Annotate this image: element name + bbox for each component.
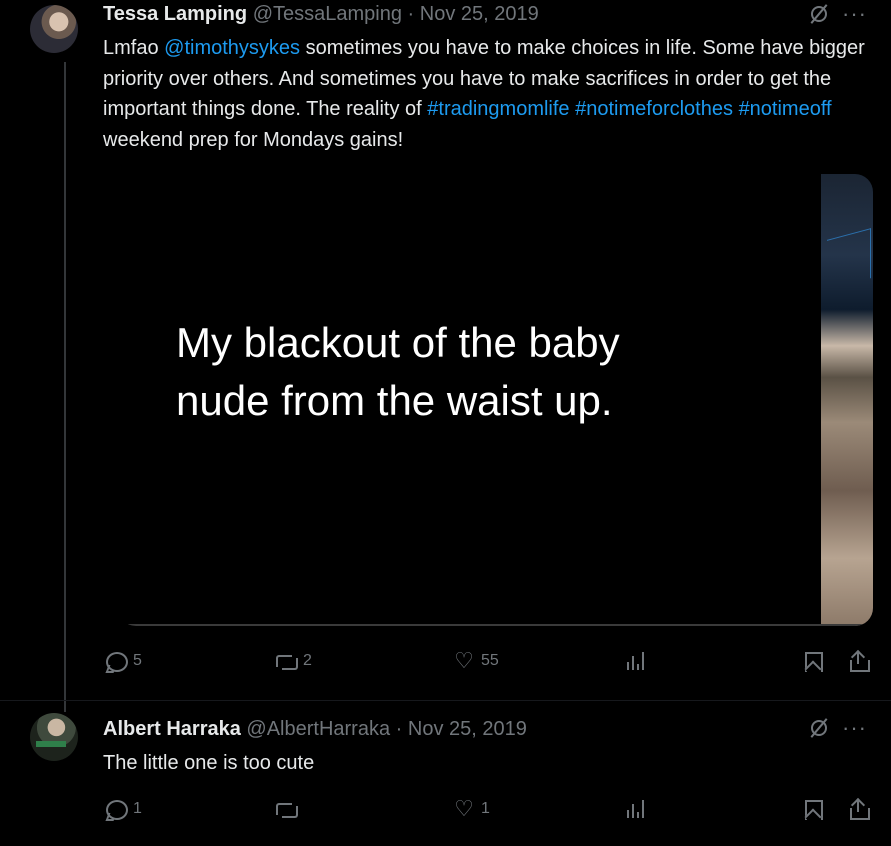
blackout-caption-line: My blackout of the baby: [176, 319, 620, 366]
slash-circle-icon[interactable]: [808, 3, 830, 25]
hashtag-link[interactable]: #tradingmomlife: [427, 98, 569, 120]
like-count: 1: [481, 800, 490, 817]
retweet-button[interactable]: 2: [275, 650, 312, 672]
reply-actions: 1 ♡ 1: [105, 798, 871, 824]
like-count: 55: [481, 652, 499, 669]
author-handle[interactable]: @AlbertHarraka: [246, 718, 390, 740]
more-icon[interactable]: ···: [842, 717, 867, 739]
reply-icon: [105, 650, 128, 672]
views-icon: [627, 650, 649, 670]
views-button[interactable]: [627, 650, 649, 670]
bookmark-button[interactable]: [801, 650, 823, 672]
blackout-caption-line: nude from the waist up.: [176, 377, 613, 424]
reply-button[interactable]: 1: [105, 798, 142, 820]
tweet-text: Lmfao @timothysykes sometimes you have t…: [103, 33, 883, 155]
blackout-caption: My blackout of the baby nude from the wa…: [176, 314, 620, 430]
tweet-text-part: Lmfao: [103, 37, 165, 59]
media-bottom-border: [118, 624, 873, 626]
author-handle[interactable]: @TessaLamping: [253, 3, 402, 25]
share-icon: [847, 797, 870, 820]
tweet-divider: [0, 700, 891, 701]
share-button[interactable]: [847, 649, 870, 672]
author-name[interactable]: Albert Harraka: [103, 718, 241, 740]
tweet-media[interactable]: My blackout of the baby nude from the wa…: [118, 174, 873, 626]
meta-separator: ·: [390, 718, 408, 740]
retweet-count: 2: [303, 652, 312, 669]
tweet-date[interactable]: Nov 25, 2019: [408, 718, 527, 740]
reply-icon: [105, 798, 128, 820]
author-name[interactable]: Tessa Lamping: [103, 3, 247, 25]
avatar-tessa[interactable]: [30, 5, 78, 53]
thread-connector-line: [64, 62, 66, 712]
media-visible-strip: [821, 174, 873, 626]
tweet-text-part: weekend prep for Mondays gains!: [103, 128, 404, 151]
heart-icon: ♡: [454, 796, 474, 821]
heart-icon: ♡: [454, 648, 474, 673]
avatar-albert[interactable]: [30, 713, 78, 761]
bookmark-icon: [801, 798, 823, 820]
reply-button[interactable]: 5: [105, 650, 142, 672]
share-icon: [847, 649, 870, 672]
views-icon: [627, 798, 649, 818]
hashtag-link[interactable]: #notimeforclothes: [575, 98, 733, 120]
retweet-button[interactable]: [275, 798, 303, 820]
tweet-actions: 5 2 ♡ 55: [105, 650, 871, 676]
views-button[interactable]: [627, 798, 649, 818]
slash-circle-icon[interactable]: [808, 717, 830, 739]
reply-count: 1: [133, 800, 142, 817]
bookmark-icon: [801, 650, 823, 672]
reply-header: Albert Harraka @AlbertHarraka · Nov 25, …: [103, 716, 527, 742]
hashtag-link[interactable]: #notimeoff: [739, 98, 832, 120]
reply-count: 5: [133, 652, 142, 669]
media-chart-graphic: [827, 228, 871, 290]
reply-top-icons: ···: [808, 717, 867, 739]
tweet-date[interactable]: Nov 25, 2019: [420, 3, 539, 25]
tweet-top-icons: ···: [808, 3, 867, 25]
retweet-icon: [275, 798, 298, 820]
mention-link[interactable]: @timothysykes: [164, 37, 300, 59]
meta-separator: ·: [401, 3, 420, 25]
tweet-header: Tessa Lamping @TessaLamping · Nov 25, 20…: [103, 1, 539, 27]
like-button[interactable]: ♡ 55: [453, 650, 499, 672]
reply-text: The little one is too cute: [103, 752, 315, 774]
bookmark-button[interactable]: [801, 798, 823, 820]
share-button[interactable]: [847, 797, 870, 820]
more-icon[interactable]: ···: [842, 3, 867, 25]
retweet-icon: [275, 650, 298, 672]
like-button[interactable]: ♡ 1: [453, 798, 490, 820]
